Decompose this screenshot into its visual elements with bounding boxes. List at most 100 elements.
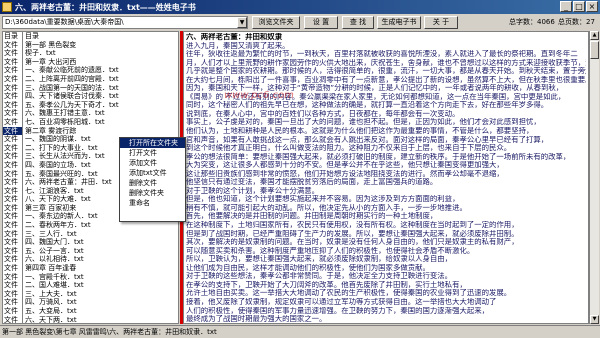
tree-node[interactable]: 第四章 百年逢春 xyxy=(24,264,178,273)
context-menu-item[interactable]: 打开所在文件夹 xyxy=(120,138,185,148)
file-list-item[interactable]: 文件 xyxy=(3,264,22,273)
file-list-item[interactable]: 文件 xyxy=(3,273,22,282)
context-menu-item[interactable]: 删除文件 xyxy=(120,178,185,188)
tree-node[interactable]: 一、宫殿千秋．txt xyxy=(24,273,178,282)
file-list-item[interactable]: 目录 xyxy=(3,32,22,41)
file-list-item[interactable]: 文件 xyxy=(3,84,22,93)
vertical-scrollbar[interactable]: ▲ ▼ xyxy=(589,31,599,324)
context-menu-item[interactable]: 打开文件 xyxy=(120,148,185,158)
file-list-item[interactable]: 文件 xyxy=(3,281,22,290)
tree-node[interactable]: 六、天下两．txt xyxy=(24,316,178,323)
tree-node[interactable]: 二、春秋两年方．txt xyxy=(24,221,178,230)
file-list-item[interactable]: 文件 xyxy=(3,109,22,118)
tree-node[interactable]: 三、三人行．txt xyxy=(24,230,178,239)
text-line: 进入九月，秦国又清爽了起来。 xyxy=(186,41,290,50)
browse-folder-button[interactable]: 浏览文件夹 xyxy=(252,16,300,29)
file-list-item[interactable]: 文件 xyxy=(3,66,22,75)
file-list-item[interactable]: 文件 xyxy=(3,238,22,247)
file-list-column[interactable]: 目录 文件 文件 文件 文件 文件 文件 文件 文件 文件 文件 文件 文件 文件 文件 文件 文件 文件 文件 文件… xyxy=(3,32,23,323)
file-list-item[interactable]: 文件 xyxy=(3,49,22,58)
tree-node[interactable]: 五、大变局．txt xyxy=(24,307,178,316)
context-menu-item[interactable]: 添加txt文件 xyxy=(120,168,185,178)
file-list-item[interactable]: 文件 xyxy=(3,247,22,256)
file-list-item[interactable]: 文件 xyxy=(3,58,22,67)
text-line: 其次，要解决的是奴隶制的问题。在当时，奴隶是没有任何人身自由的，他们只是奴隶主的… xyxy=(186,238,519,247)
text-line: 大为突变，这让很多人都感到十分的不安。但是孝公并不在乎这些，他只想让秦国变得更加… xyxy=(186,161,504,170)
text-line: 事实上，公子虔是对的，秦国一旦出了大的问题，谁也担不起。但是，正因为如此，他们才… xyxy=(186,118,541,127)
tree-node[interactable]: 四、万骑风．txt xyxy=(24,298,178,307)
status-path: 第一部 黑色裂变\第七章 风雷雷鸣\六、两袢老古董：井田和奴隶．txt xyxy=(2,328,217,336)
tree-node[interactable]: 楔子．txt xyxy=(24,49,178,58)
text-line: 所以，卫鞅认为，要想让秦国强大起来，就必须废除奴隶制，给奴隶以人身自由， xyxy=(186,255,453,264)
file-list-item[interactable]: 文件 xyxy=(3,144,22,153)
folder-path-input[interactable]: D:\360data\重要数据\桌面\大秦帝国\ xyxy=(2,16,248,29)
tree-node[interactable]: 三、上大夫．txt xyxy=(24,290,178,299)
total-chars-label: 总字数：4066 xyxy=(509,18,555,26)
text-line: 几乎就是整个国家的农耕期。那时候的人，活得很简单的，很重，流汗，一切大事，都是从… xyxy=(186,67,586,76)
tree-node[interactable]: 第一部 黑色裂变 xyxy=(24,41,178,50)
file-list-item[interactable]: 文件 xyxy=(3,41,22,50)
tree-node[interactable]: 四、魏国大门．txt xyxy=(24,238,178,247)
text-reader[interactable]: www.pc6.com 六、两袢老古董：井田和奴隶 进入九月，秦国又清爽了起来。… xyxy=(183,31,589,324)
file-list-item[interactable]: 文件 xyxy=(3,135,22,144)
status-bar: 第一部 黑色裂变\第七章 风雷雷鸣\六、两袢老古董：井田和奴隶．txt xyxy=(0,325,600,338)
file-list-item[interactable]: 文件 xyxy=(3,101,22,110)
context-menu: 打开所在文件夹 打开文件 添加文件 添加txt文件 删除文件 删除文件夹 重命名 xyxy=(119,137,186,222)
file-list-item[interactable]: 文件 xyxy=(3,118,22,127)
context-menu-item[interactable]: 删除文件夹 xyxy=(120,188,185,198)
text-line: 稍有不慎，就可能引起大的动乱。所以，他决定先从小的方面入手，一步一步地推进。 xyxy=(186,203,467,212)
tree-node[interactable]: 四、天下诸侯联合讨伐秦．txt xyxy=(24,92,178,101)
file-list-item[interactable]: 文件 xyxy=(3,75,22,84)
file-list-item[interactable]: 文件 xyxy=(3,178,22,187)
tree-node[interactable]: 二、国人难堪．txt xyxy=(24,281,178,290)
file-list-item[interactable]: 文件 xyxy=(3,92,22,101)
tree-node[interactable]: 三、战国第一的天国的法．txt xyxy=(24,84,178,93)
chapter-heading: 六、两袢老古董：井田和奴隶 xyxy=(186,33,283,41)
file-list-item[interactable]: 文件 xyxy=(3,307,22,316)
scroll-thumb[interactable] xyxy=(590,41,599,59)
tree-node[interactable]: 一、秦献公临死前的遗愿．txt xyxy=(24,66,178,75)
file-list-item[interactable]: 文件 xyxy=(3,255,22,264)
file-list-item[interactable]: 文件 xyxy=(3,290,22,299)
text-line: 官和声音，如果有人敢挑战这一点，那么就会有人跳出来反对。面对这样的局面，秦孝公心… xyxy=(186,135,549,144)
tree-node[interactable]: 五、秦孝公几为天下奇才．txt xyxy=(24,101,178,110)
generate-ebook-button[interactable]: 生成电子书 xyxy=(377,16,421,29)
tree-node[interactable]: 第二章 雾渡行踪 xyxy=(24,127,178,136)
text-line: 人们的积极性，使得秦国的军事力量迅速增强。在卫鞅的努力下，秦国的国力逐渐强大起来… xyxy=(186,306,490,315)
file-list-item[interactable]: 文件 xyxy=(3,221,22,230)
maximize-button[interactable]: □ xyxy=(573,1,585,12)
file-list-item[interactable]: 文件 xyxy=(3,298,22,307)
tree-node[interactable]: 六、魏惠王打错主意．txt xyxy=(24,109,178,118)
file-list-item[interactable]: 文件 xyxy=(3,316,22,323)
tree-node[interactable]: 目录 xyxy=(24,32,178,41)
minimize-button[interactable]: _ xyxy=(560,1,572,12)
scroll-up-icon[interactable]: ▲ xyxy=(590,31,599,40)
tree-node[interactable]: 五、公子一言．txt xyxy=(24,247,178,256)
context-menu-item[interactable]: 重命名 xyxy=(120,198,185,208)
context-menu-item[interactable]: 添加文件 xyxy=(120,158,185,168)
file-list-item[interactable]: 文件 xyxy=(3,187,22,196)
scroll-down-icon[interactable]: ▼ xyxy=(590,315,599,324)
file-list-item[interactable]: 文件 xyxy=(3,161,22,170)
tree-node[interactable]: 七、百业凋零栎阳城．txt xyxy=(24,118,178,127)
file-list-item[interactable]: 文件 xyxy=(3,152,22,161)
tree-node[interactable]: 二、上阵离开前四的宫殿．txt xyxy=(24,75,178,84)
settings-button[interactable]: 设 置 xyxy=(304,16,338,29)
file-list-item[interactable]: 文件 xyxy=(3,230,22,239)
toolbar: D:\360data\重要数据\桌面\大秦帝国\ ▼ 浏览文件夹 设 置 查 找… xyxy=(0,14,600,31)
path-dropdown-icon[interactable]: ▼ xyxy=(237,17,247,28)
close-button[interactable]: × xyxy=(586,1,598,12)
file-list-item[interactable]: 文件 xyxy=(3,212,22,221)
file-list-item[interactable]: 文件 xyxy=(3,195,22,204)
file-list-item[interactable]: 文件 xyxy=(3,126,22,136)
file-list-item[interactable]: 文件 xyxy=(3,170,22,179)
text-line: 到这个时候他才真正明白，什么叫做变法的阻力。这种阻力不仅来自于上层，也来自于下层… xyxy=(186,144,512,153)
search-button[interactable]: 查 找 xyxy=(342,16,374,29)
window-controls: _ □ × xyxy=(560,1,598,12)
tree-node[interactable]: 第一章 大出河西 xyxy=(24,58,178,67)
about-button[interactable]: 关 于 xyxy=(424,16,458,29)
file-list-item[interactable]: 文件 xyxy=(3,204,22,213)
tree-node[interactable]: 六、以礼相待．txt xyxy=(24,255,178,264)
text-line: 允许土地自由买卖。这一举措大大地调动了农民的生产积极性，使得秦国的农业得到了迅速… xyxy=(186,289,512,298)
text-line: 在孝公的支持下，卫鞅开始了大刀阔斧的改革。他首先废除了井田制，实行土地私有， xyxy=(186,280,467,289)
